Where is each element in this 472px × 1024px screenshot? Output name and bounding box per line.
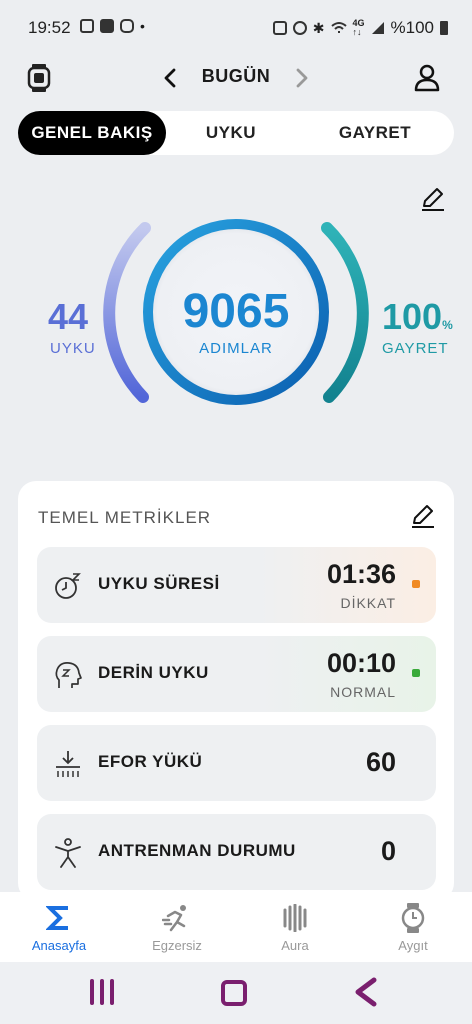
nav-label: Anasayfa xyxy=(31,938,87,953)
app-icon xyxy=(120,19,134,33)
training-person-icon xyxy=(55,838,81,868)
status-bar: 19:52 • ✱ 4G ↑↓ %100 xyxy=(0,0,472,56)
metric-sleep-duration[interactable]: UYKU SÜRESİ 01:36 DİKKAT xyxy=(37,547,436,623)
deep-sleep-icon xyxy=(55,662,82,688)
effort-ring-value: 100 xyxy=(382,296,443,337)
nav-home[interactable]: Anasayfa xyxy=(0,892,118,962)
metric-label: EFOR YÜKÜ xyxy=(98,752,203,771)
tab-sleep[interactable]: UYKU xyxy=(166,111,296,155)
status-time: 19:52 xyxy=(28,18,71,37)
sleep-clock-icon xyxy=(55,573,81,599)
sigma-icon xyxy=(46,906,68,930)
metric-label: DERİN UYKU xyxy=(98,663,209,682)
nav-aura[interactable]: Aura xyxy=(236,892,354,962)
metric-label: ANTRENMAN DURUMU xyxy=(98,841,296,860)
watch-icon xyxy=(401,903,425,933)
steps-ring-label: ADIMLAR xyxy=(199,340,273,357)
bluetooth-icon: ✱ xyxy=(312,19,325,36)
back-button[interactable] xyxy=(352,977,380,1007)
metric-value: 0 xyxy=(380,836,396,866)
edit-metrics-button[interactable] xyxy=(410,503,436,529)
nav-label: Aura xyxy=(281,938,309,953)
status-right: ✱ 4G ↑↓ %100 xyxy=(272,18,448,38)
metric-status: NORMAL xyxy=(330,684,396,700)
effort-ring-unit: % xyxy=(442,318,453,332)
effort-load-icon xyxy=(56,751,80,777)
metric-value: 60 xyxy=(365,747,396,777)
signal-icon xyxy=(371,22,384,34)
metric-label: UYKU SÜRESİ xyxy=(98,574,220,593)
wifi-icon xyxy=(330,22,347,33)
pencil-icon xyxy=(412,505,434,528)
steps-ring-value: 9065 xyxy=(182,285,290,338)
tab-effort[interactable]: GAYRET xyxy=(296,111,454,155)
sleep-ring-value: 44 xyxy=(48,296,89,337)
sleep-ring-label: UYKU xyxy=(50,340,96,357)
aura-icon xyxy=(283,904,307,932)
nav-device[interactable]: Aygıt xyxy=(354,892,472,962)
system-nav-bar xyxy=(0,962,472,1024)
metric-deep-sleep[interactable]: DERİN UYKU 00:10 NORMAL xyxy=(37,636,436,712)
running-icon xyxy=(162,905,186,932)
profile-button[interactable] xyxy=(414,64,440,92)
next-day-button[interactable] xyxy=(290,66,312,90)
sigma-app-icon xyxy=(100,19,114,33)
status-dot xyxy=(412,580,420,588)
status-dot xyxy=(412,669,420,677)
home-button[interactable] xyxy=(220,979,248,1007)
recent-apps-button[interactable] xyxy=(88,979,116,1005)
metric-training-status[interactable]: ANTRENMAN DURUMU 0 xyxy=(37,814,436,890)
lock-icon xyxy=(272,21,287,35)
user-icon xyxy=(414,64,440,92)
bottom-nav: Anasayfa Egzersiz Aura Aygıt xyxy=(0,892,472,962)
network-type-icon: 4G ↑↓ xyxy=(352,18,365,37)
metric-value: 00:10 xyxy=(326,648,396,678)
metric-effort-load[interactable]: EFOR YÜKÜ 60 xyxy=(37,725,436,801)
effort-ring-label: GAYRET xyxy=(382,340,449,357)
battery-text: %100 xyxy=(390,18,434,37)
nav-exercise[interactable]: Egzersiz xyxy=(118,892,236,962)
effort-ring-value-group: 100% xyxy=(382,296,453,338)
tab-overview[interactable]: GENEL BAKIŞ xyxy=(18,111,166,155)
key-metrics-title: TEMEL METRİKLER xyxy=(38,508,212,527)
status-notification-icons: • xyxy=(80,19,145,33)
metric-status: DİKKAT xyxy=(340,595,396,611)
date-title: BUGÜN xyxy=(201,66,271,86)
metric-value: 01:36 xyxy=(326,559,396,589)
alarm-icon xyxy=(292,21,307,35)
nav-label: Aygıt xyxy=(398,938,428,953)
dot-icon: • xyxy=(140,18,145,34)
tab-bar: GENEL BAKIŞ UYKU GAYRET xyxy=(18,111,454,155)
battery-icon xyxy=(440,21,448,35)
nav-label: Egzersiz xyxy=(152,938,202,953)
chevron-right-icon xyxy=(296,68,308,88)
gallery-icon xyxy=(80,19,94,33)
